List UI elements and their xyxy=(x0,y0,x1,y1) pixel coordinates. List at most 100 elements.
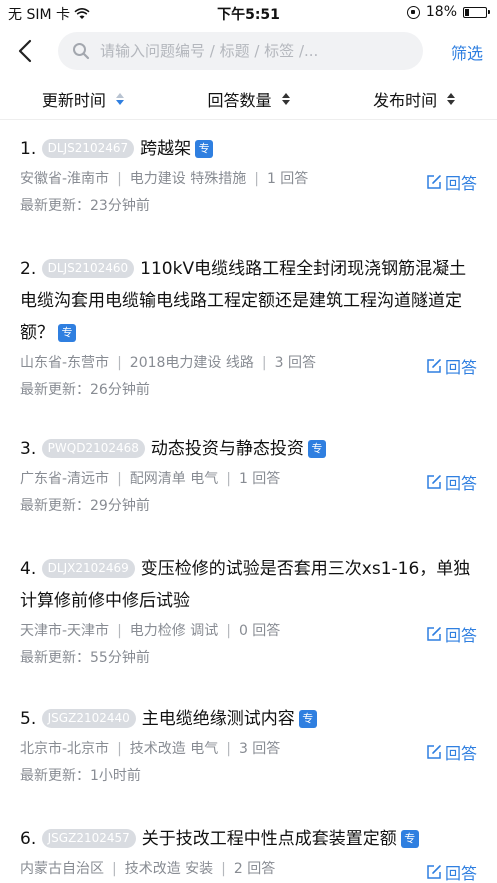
answer-button-label: 回答 xyxy=(444,474,477,493)
answer-button[interactable]: 回答 xyxy=(426,740,477,764)
question-tags: 技术改造 安装 xyxy=(124,861,214,877)
special-badge: 专 xyxy=(195,140,214,158)
edit-icon xyxy=(427,745,441,759)
sort-by-publish-time[interactable]: 发布时间 xyxy=(331,78,497,119)
question-meta: 内蒙古自治区 | 技术改造 安装 | 2 回答 xyxy=(20,855,477,883)
battery-percent: 18% xyxy=(425,4,457,20)
answer-count: 3 回答 xyxy=(274,355,316,371)
answer-count: 3 回答 xyxy=(238,741,281,757)
question-item[interactable]: 3. PWQD2102468 动态投资与静态投资专 广东省-清远市 | 配网清单 电气… xyxy=(0,421,497,519)
question-index: 4. xyxy=(20,559,37,579)
answer-count: 1 回答 xyxy=(238,471,281,487)
answer-button[interactable]: 回答 xyxy=(426,170,477,194)
question-title[interactable]: 主电缆绝缘测试内容 xyxy=(142,709,295,729)
search-header: 筛选 xyxy=(0,26,497,76)
sort-label: 回答数量 xyxy=(207,90,272,110)
question-meta: 北京市-北京市 | 技术改造 电气 | 3 回答 xyxy=(20,735,477,763)
question-title[interactable]: 关于技改工程中性点成套装置定额 xyxy=(142,829,397,849)
question-code-badge: DLJX2102469 xyxy=(41,559,135,578)
answer-count: 1 回答 xyxy=(266,171,309,187)
edit-icon xyxy=(427,627,441,641)
meta-divider: | xyxy=(226,741,231,757)
last-updated: 最新更新：23分钟前 xyxy=(20,198,150,214)
question-code-badge: PWQD2102468 xyxy=(41,439,145,458)
answer-button-label: 回答 xyxy=(444,358,477,377)
meta-divider: | xyxy=(117,171,122,187)
sort-label: 更新时间 xyxy=(41,90,106,110)
battery-level xyxy=(465,8,469,16)
question-item[interactable]: 5. JSGZ2102440 主电缆绝缘测试内容专 北京市-北京市 | 技术改造 电气… xyxy=(0,691,497,789)
meta-divider: | xyxy=(117,355,122,371)
question-title-row[interactable]: 4. DLJX2102469 变压检修的试验是否套用三次xs1-16，单独计算修前… xyxy=(20,553,480,617)
question-tags: 2018电力建设 线路 xyxy=(129,355,254,371)
sort-arrows-icon xyxy=(281,92,290,105)
question-code-badge: JSGZ2102440 xyxy=(41,709,136,728)
rotation-lock-icon xyxy=(406,5,420,19)
question-title-row[interactable]: 6. JSGZ2102457 关于技改工程中性点成套装置定额专 xyxy=(20,823,480,855)
special-badge: 专 xyxy=(307,440,326,458)
search-box[interactable] xyxy=(58,32,423,70)
battery-icon xyxy=(463,6,490,18)
question-meta: 广东省-清远市 | 配网清单 电气 | 1 回答 xyxy=(20,465,477,493)
question-region: 广东省-清远市 xyxy=(20,471,110,487)
sort-by-answer-count[interactable]: 回答数量 xyxy=(166,78,332,119)
question-region: 天津市-天津市 xyxy=(20,623,110,639)
last-updated: 最新更新：29分钟前 xyxy=(20,498,150,514)
edit-icon xyxy=(427,175,441,189)
sort-arrows-icon xyxy=(115,92,124,105)
question-index: 5. xyxy=(20,709,37,729)
question-tags: 电力建设 特殊措施 xyxy=(129,171,247,187)
question-index: 6. xyxy=(20,829,37,849)
search-icon xyxy=(73,43,90,60)
question-index: 2. xyxy=(20,259,37,279)
special-badge: 专 xyxy=(298,710,317,728)
sort-arrows-icon xyxy=(447,92,456,105)
answer-button-label: 回答 xyxy=(444,626,477,645)
meta-divider: | xyxy=(226,623,231,639)
meta-divider: | xyxy=(221,861,226,877)
question-meta: 天津市-天津市 | 电力检修 调试 | 0 回答 xyxy=(20,617,477,645)
question-item[interactable]: 6. JSGZ2102457 关于技改工程中性点成套装置定额专 内蒙古自治区 | 技术… xyxy=(0,811,497,883)
sort-bar: 更新时间 回答数量 发布时间 xyxy=(0,78,497,120)
question-region: 内蒙古自治区 xyxy=(20,861,104,877)
meta-divider: | xyxy=(117,471,122,487)
question-meta: 山东省-东营市 | 2018电力建设 线路 | 3 回答 xyxy=(20,349,477,377)
answer-count: 0 回答 xyxy=(238,623,281,639)
question-region: 北京市-北京市 xyxy=(20,741,110,757)
sort-by-update-time[interactable]: 更新时间 xyxy=(0,78,166,119)
question-title[interactable]: 跨越架 xyxy=(140,139,191,159)
edit-icon xyxy=(427,475,441,489)
meta-divider: | xyxy=(117,741,122,757)
search-input[interactable] xyxy=(100,42,420,60)
answer-button[interactable]: 回答 xyxy=(426,622,477,646)
question-item[interactable]: 4. DLJX2102469 变压检修的试验是否套用三次xs1-16，单独计算修前… xyxy=(0,541,497,671)
question-title-row[interactable]: 1. DLJS2102467 跨越架专 xyxy=(20,133,480,165)
meta-divider: | xyxy=(254,171,259,187)
edit-icon xyxy=(427,359,441,373)
question-tags: 技术改造 电气 xyxy=(129,741,219,757)
question-region: 安徽省-淮南市 xyxy=(20,171,110,187)
back-arrow-icon[interactable] xyxy=(14,38,38,64)
answer-button[interactable]: 回答 xyxy=(426,354,477,378)
question-tags: 配网清单 电气 xyxy=(129,471,219,487)
meta-divider: | xyxy=(226,471,231,487)
question-title-row[interactable]: 2. DLJS2102460 110kV电缆线路工程全封闭现浇钢筋混凝土电缆沟套用… xyxy=(20,253,480,349)
question-title-row[interactable]: 5. JSGZ2102440 主电缆绝缘测试内容专 xyxy=(20,703,480,735)
question-item[interactable]: 1. DLJS2102467 跨越架专 安徽省-淮南市 | 电力建设 特殊措施 | 1 回… xyxy=(0,121,497,219)
answer-button[interactable]: 回答 xyxy=(426,860,477,883)
answer-button[interactable]: 回答 xyxy=(426,470,477,494)
last-updated: 最新更新：1小时前 xyxy=(20,768,141,784)
question-code-badge: DLJS2102467 xyxy=(41,139,135,158)
question-code-badge: DLJS2102460 xyxy=(41,259,135,278)
meta-divider: | xyxy=(112,861,117,877)
filter-button[interactable]: 筛选 xyxy=(451,40,483,64)
question-title-row[interactable]: 3. PWQD2102468 动态投资与静态投资专 xyxy=(20,433,480,465)
question-title[interactable]: 动态投资与静态投资 xyxy=(151,439,304,459)
edit-icon xyxy=(427,865,441,879)
sort-label: 发布时间 xyxy=(373,90,438,110)
question-code-badge: JSGZ2102457 xyxy=(41,829,136,848)
meta-divider: | xyxy=(261,355,267,371)
question-item[interactable]: 2. DLJS2102460 110kV电缆线路工程全封闭现浇钢筋混凝土电缆沟套用… xyxy=(0,241,497,403)
special-badge: 专 xyxy=(400,830,419,848)
question-index: 1. xyxy=(20,139,37,159)
